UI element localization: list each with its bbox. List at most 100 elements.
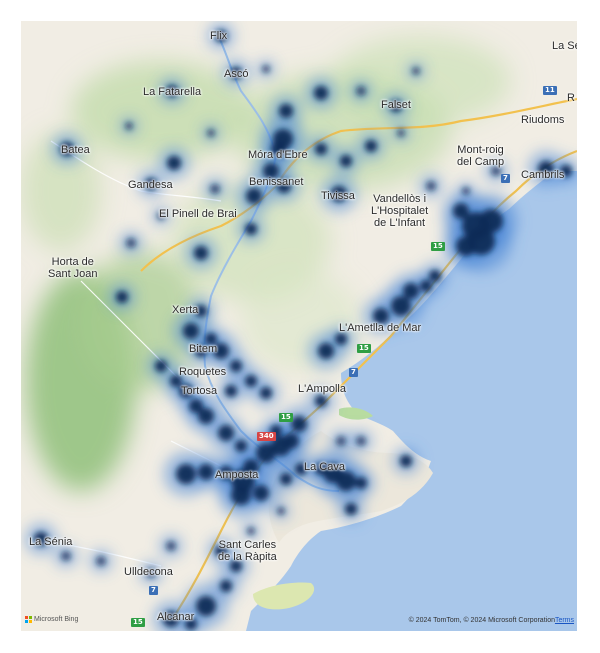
heat-point-14 <box>315 143 327 155</box>
heat-point-85 <box>345 503 357 515</box>
heat-point-90 <box>166 541 176 551</box>
place-label-ametlla: L'Ametlla de Mar <box>339 322 422 334</box>
heat-point-78 <box>280 473 292 485</box>
heat-point-68 <box>429 270 441 282</box>
heat-point-16 <box>365 140 377 152</box>
heat-point-73 <box>198 464 214 480</box>
road-shield-s15d: 15 <box>131 618 145 627</box>
heat-point-5 <box>314 86 328 100</box>
place-label-mora-debre: Móra d'Ebre <box>248 149 308 161</box>
heat-point-23 <box>210 184 220 194</box>
road-shield-s7b: 7 <box>349 368 358 377</box>
road-shield-s15a: 15 <box>431 242 445 251</box>
place-label-ampolla: L'Ampolla <box>298 383 346 395</box>
heat-point-2 <box>262 65 270 73</box>
heat-point-15 <box>340 155 352 167</box>
heat-point-71 <box>356 436 366 446</box>
heat-point-17 <box>397 129 405 137</box>
place-label-la-fatarella: La Fatarella <box>143 86 202 98</box>
heat-point-47 <box>245 375 257 387</box>
road-shield-s340: 340 <box>257 432 276 441</box>
place-label-el-pinell: El Pinell de Brai <box>159 208 237 220</box>
attribution-text: © 2024 TomTom, © 2024 Microsoft Corporat… <box>408 617 555 624</box>
heat-point-58 <box>283 433 299 449</box>
place-label-batea: Batea <box>61 144 90 156</box>
place-label-falset: Falset <box>381 99 411 111</box>
road-shield-s7c: 7 <box>149 586 158 595</box>
heat-point-46 <box>225 385 237 397</box>
heat-point-67 <box>420 280 432 292</box>
heat-point-97 <box>247 527 255 535</box>
microsoft-logo-icon <box>25 616 32 623</box>
heat-point-59 <box>291 416 307 432</box>
road-shield-s11: 11 <box>543 86 557 95</box>
heat-point-84 <box>400 455 412 467</box>
heat-point-45 <box>230 360 242 372</box>
heat-point-49 <box>155 360 167 372</box>
heat-point-8 <box>412 67 420 75</box>
heat-point-34 <box>456 236 476 256</box>
heat-point-11 <box>207 129 215 137</box>
place-label-gandesa: Gandesa <box>128 179 173 191</box>
place-label-riudoms: Riudoms <box>521 114 565 126</box>
heat-point-26 <box>462 187 470 195</box>
heat-point-82 <box>336 471 356 491</box>
heat-point-39 <box>116 291 128 303</box>
place-label-bitem: Bitem <box>189 343 218 355</box>
place-label-la-senia: La Sénia <box>29 536 73 548</box>
heat-point-4 <box>279 104 293 118</box>
heat-point-36 <box>194 246 208 260</box>
provider-label: Microsoft Bing <box>34 616 79 623</box>
heat-point-63 <box>335 333 347 345</box>
road-shield-s15c: 15 <box>279 413 293 422</box>
place-label-xerta: Xerta <box>172 304 199 316</box>
place-label-benissanet: Benissanet <box>249 176 304 188</box>
heat-point-53 <box>198 408 214 424</box>
heat-point-25 <box>426 181 436 191</box>
heat-point-62 <box>318 343 334 359</box>
heat-point-10 <box>125 122 133 130</box>
place-label-tortosa: Tortosa <box>181 385 218 397</box>
heat-point-60 <box>256 443 276 463</box>
road-shield-s15b: 15 <box>357 344 371 353</box>
place-label-vandellos: Vandellòs i L'Hospitalet de L'Infant <box>371 193 429 229</box>
heat-point-88 <box>96 556 106 566</box>
terms-link-wrap[interactable]: Terms <box>555 617 574 624</box>
heat-point-66 <box>403 283 419 299</box>
heat-point-94 <box>196 596 216 616</box>
place-label-la-seu: La Se <box>552 40 577 52</box>
place-label-mont-roig: Mont-roig del Camp <box>457 144 505 168</box>
heat-point-72 <box>176 464 196 484</box>
attribution: © 2024 TomTom, © 2024 Microsoft Corporat… <box>409 617 555 624</box>
heat-point-6 <box>356 86 366 96</box>
heat-point-54 <box>218 425 234 441</box>
place-label-cambrils: Cambrils <box>521 169 565 181</box>
heat-point-18 <box>167 156 181 170</box>
heat-point-48 <box>260 387 272 399</box>
place-label-horta: Horta de Sant Joan <box>48 256 98 280</box>
place-label-amposta: Amposta <box>215 469 259 481</box>
place-label-roquetes: Roquetes <box>179 366 227 378</box>
heat-point-87 <box>61 551 71 561</box>
heat-point-98 <box>277 507 285 515</box>
terms-link[interactable]: Terms <box>555 617 574 624</box>
heat-point-76 <box>231 485 251 505</box>
map-view[interactable]: Flix La Se Ascó La Fatarella Falset RiudomsR B… <box>21 21 577 631</box>
bing-logo[interactable]: Microsoft Bing <box>25 616 78 623</box>
place-label-sant-carles: Sant Carles de la Ràpita <box>218 539 277 563</box>
heat-point-77 <box>253 485 269 501</box>
heat-point-35 <box>245 223 257 235</box>
road-shield-s7a: 7 <box>501 174 510 183</box>
heat-point-37 <box>126 238 136 248</box>
heat-point-83 <box>355 477 367 489</box>
heat-point-93 <box>220 580 232 592</box>
heat-point-65 <box>391 296 411 316</box>
place-label-flix: Flix <box>210 30 228 42</box>
map-canvas[interactable] <box>21 21 577 631</box>
place-label-tivissa: Tivissa <box>321 190 355 202</box>
place-label-r-edge: R <box>567 92 575 104</box>
place-label-alcanar: Alcanar <box>157 611 195 623</box>
heat-point-55 <box>235 440 247 452</box>
place-label-asco: Ascó <box>224 68 249 80</box>
heat-point-70 <box>336 436 346 446</box>
